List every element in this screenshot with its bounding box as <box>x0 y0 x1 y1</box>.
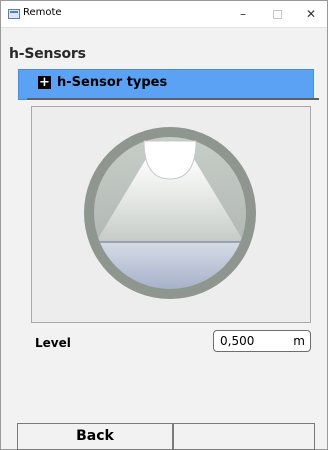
button-bar: Back <box>1 423 327 450</box>
plus-icon[interactable]: + <box>38 76 51 89</box>
level-unit: m <box>293 334 305 348</box>
window-title: Remote <box>23 7 62 18</box>
back-button[interactable]: Back <box>17 423 173 450</box>
sensor-illustration <box>84 127 256 299</box>
main-content: h-Sensors + h-Sensor types Level 0,500 m… <box>1 28 327 450</box>
level-label: Level <box>35 336 71 350</box>
level-value: 0,500 <box>220 334 255 348</box>
app-window: Remote – ✕ h-Sensors + h-Sensor types Le… <box>0 0 328 450</box>
app-icon <box>8 9 20 19</box>
close-button[interactable]: ✕ <box>295 3 327 25</box>
minimize-button[interactable]: – <box>227 3 259 25</box>
section-header-h-sensor-types[interactable]: + h-Sensor types <box>18 69 314 100</box>
sensor-illustration-frame <box>31 106 311 323</box>
page-title: h-Sensors <box>9 46 86 62</box>
section-divider <box>27 98 319 100</box>
section-label: h-Sensor types <box>57 75 168 90</box>
maximize-icon <box>272 10 282 19</box>
empty-softkey-button[interactable] <box>173 423 315 450</box>
level-field[interactable]: 0,500 m <box>213 330 311 352</box>
maximize-button[interactable] <box>261 3 293 25</box>
title-bar: Remote – ✕ <box>1 1 327 28</box>
